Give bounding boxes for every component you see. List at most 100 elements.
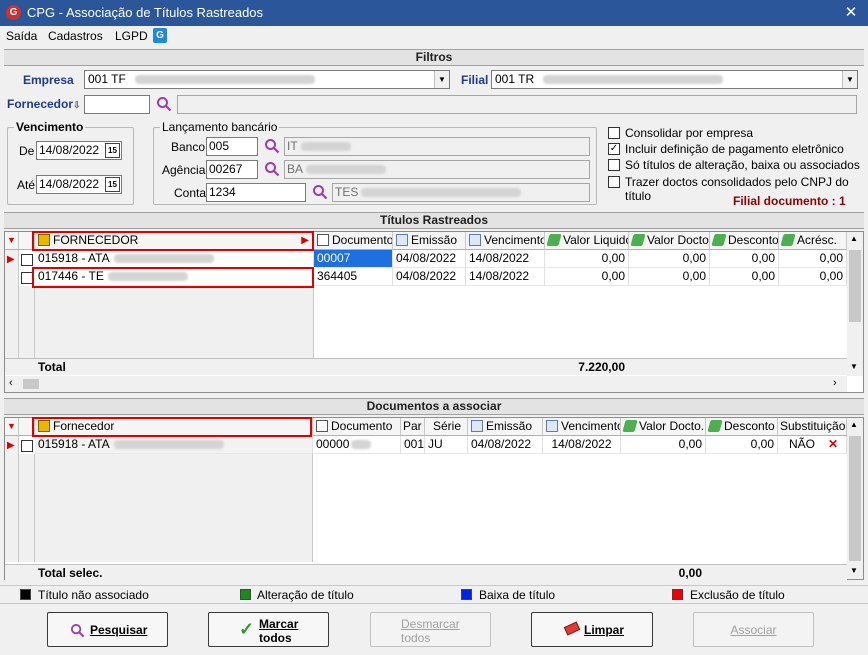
delete-x-icon[interactable]: ✕ <box>828 436 838 453</box>
filial-select[interactable]: 001 TR ▼ <box>491 70 858 89</box>
col-desconto-label: Desconto <box>728 233 779 247</box>
chevron-down-icon[interactable]: ▼ <box>850 566 858 575</box>
col-documento[interactable]: Documento <box>313 418 401 436</box>
col-vencimento[interactable]: Vencimento <box>466 232 545 250</box>
redacted-text <box>135 75 316 85</box>
cell-serie[interactable]: JU <box>425 436 468 454</box>
ate-label: Até <box>17 178 36 192</box>
chevron-down-icon[interactable]: ▼ <box>850 362 858 371</box>
documentos-grid: ▼ Fornecedor Documento Par Série Emissão… <box>4 417 864 581</box>
cell-documento[interactable]: 00007 <box>314 250 393 268</box>
vertical-scrollbar[interactable]: ▲ ▼ <box>847 418 863 579</box>
search-icon[interactable] <box>312 184 328 200</box>
cell-desconto[interactable]: 0,00 <box>710 250 779 268</box>
chevron-up-icon[interactable]: ▲ <box>850 420 858 429</box>
limpar-label: Limpar <box>584 623 625 637</box>
chevron-up-icon[interactable]: ▲ <box>850 234 858 243</box>
col-acresc[interactable]: Acrésc. <box>779 232 847 250</box>
col-vencimento[interactable]: Vencimento <box>543 418 621 436</box>
sort-arrow-icon[interactable]: ▼ <box>5 418 19 436</box>
redacted-text <box>543 75 724 85</box>
col-desconto[interactable]: Desconto <box>706 418 778 436</box>
chevron-right-icon[interactable]: › <box>833 377 837 389</box>
menu-saida[interactable]: Saída <box>6 29 37 43</box>
calendar-icon[interactable]: 15 <box>105 177 120 192</box>
associar-button[interactable]: Associar <box>693 612 814 647</box>
scroll-thumb[interactable] <box>849 250 861 322</box>
banco-input[interactable]: 005 <box>206 137 258 156</box>
cell-substituicao[interactable]: NÃO ✕ <box>778 436 847 454</box>
col-emissao[interactable]: Emissão <box>393 232 466 250</box>
horizontal-scrollbar[interactable]: ‹ › <box>5 376 847 392</box>
marcar-todos-button[interactable]: ✓ Marcar todos <box>208 612 329 647</box>
calendar-icon <box>396 234 408 246</box>
cell-emissao[interactable]: 04/08/2022 <box>393 268 466 286</box>
cell-desconto[interactable]: 0,00 <box>706 436 778 454</box>
cell-emissao[interactable]: 04/08/2022 <box>468 436 543 454</box>
menu-lgpd[interactable]: LGPD <box>115 29 148 43</box>
col-documento[interactable]: Documento <box>314 232 393 250</box>
col-substituicao[interactable]: Substituição <box>778 418 847 436</box>
cell-acresc[interactable]: 0,00 <box>779 250 847 268</box>
cell-valor-liquido[interactable]: 0,00 <box>545 268 629 286</box>
cell-valor-docto[interactable]: 0,00 <box>629 250 710 268</box>
trazer-checkbox[interactable] <box>608 176 620 188</box>
col-valor-docto[interactable]: Valor Docto. <box>629 232 710 250</box>
table-row[interactable]: 015918 - ATA <box>35 250 314 268</box>
check-column-empty <box>19 454 35 562</box>
cell-documento[interactable]: 364405 <box>314 268 393 286</box>
col-desconto[interactable]: Desconto <box>710 232 779 250</box>
cell-desconto[interactable]: 0,00 <box>710 268 779 286</box>
conta-input[interactable]: 1234 <box>206 183 306 202</box>
cell-vencimento[interactable]: 14/08/2022 <box>466 268 545 286</box>
chevron-left-icon[interactable]: ‹ <box>9 377 13 389</box>
cell-valor-docto[interactable]: 0,00 <box>621 436 706 454</box>
marcar-label-1: Marcar <box>259 617 299 631</box>
pesquisar-button[interactable]: Pesquisar <box>47 612 168 647</box>
desmarcar-label-2: todos <box>401 631 431 645</box>
row-checkbox[interactable] <box>21 440 33 452</box>
col-valor-liquido[interactable]: Valor Liquido <box>545 232 629 250</box>
chevron-down-icon[interactable]: ▼ <box>434 71 449 88</box>
search-icon[interactable] <box>264 138 280 154</box>
agencia-desc-field: BA <box>284 160 590 179</box>
col-par[interactable]: Par <box>401 418 425 436</box>
agencia-input[interactable]: 00267 <box>206 160 258 179</box>
search-icon[interactable] <box>264 161 280 177</box>
scroll-thumb[interactable] <box>23 379 39 389</box>
cell-documento[interactable]: 00000 <box>313 436 401 454</box>
search-icon[interactable] <box>156 96 172 112</box>
de-date-field[interactable]: 14/08/2022 15 <box>36 141 122 160</box>
consolidar-checkbox[interactable] <box>608 127 620 139</box>
incluir-checkbox[interactable]: ✓ <box>608 143 620 155</box>
sort-arrow-icon[interactable]: ▼ <box>5 232 19 250</box>
cell-par[interactable]: 001 <box>401 436 425 454</box>
col-serie[interactable]: Série <box>425 418 468 436</box>
col-emissao[interactable]: Emissão <box>468 418 543 436</box>
cell-acresc[interactable]: 0,00 <box>779 268 847 286</box>
scroll-thumb[interactable] <box>849 436 861 561</box>
table-row[interactable]: 015918 - ATA <box>35 436 313 454</box>
close-icon[interactable]: ✕ <box>840 3 862 23</box>
g-icon[interactable]: G <box>153 28 167 43</box>
row-checkbox[interactable] <box>21 254 33 266</box>
total-value: 0,00 <box>678 566 702 580</box>
cell-emissao[interactable]: 04/08/2022 <box>393 250 466 268</box>
cell-valor-liquido[interactable]: 0,00 <box>545 250 629 268</box>
cell-vencimento[interactable]: 14/08/2022 <box>466 250 545 268</box>
limpar-button[interactable]: Limpar <box>531 612 653 647</box>
money-icon <box>546 234 562 246</box>
col-valor-docto[interactable]: Valor Docto. <box>621 418 706 436</box>
cell-valor-docto[interactable]: 0,00 <box>629 268 710 286</box>
de-label: De <box>19 144 35 158</box>
cell-vencimento[interactable]: 14/08/2022 <box>543 436 621 454</box>
ate-date-field[interactable]: 14/08/2022 15 <box>36 175 122 194</box>
fornecedor-input[interactable] <box>84 95 150 114</box>
chevron-down-icon[interactable]: ▼ <box>842 71 857 88</box>
vertical-scrollbar[interactable]: ▲ ▼ <box>847 232 863 376</box>
calendar-icon[interactable]: 15 <box>105 143 120 158</box>
menu-cadastros[interactable]: Cadastros <box>48 29 103 43</box>
desmarcar-todos-button[interactable]: Desmarcar todos <box>370 612 491 647</box>
empresa-select[interactable]: 001 TF ▼ <box>84 70 450 89</box>
so-titulos-checkbox[interactable] <box>608 159 620 171</box>
